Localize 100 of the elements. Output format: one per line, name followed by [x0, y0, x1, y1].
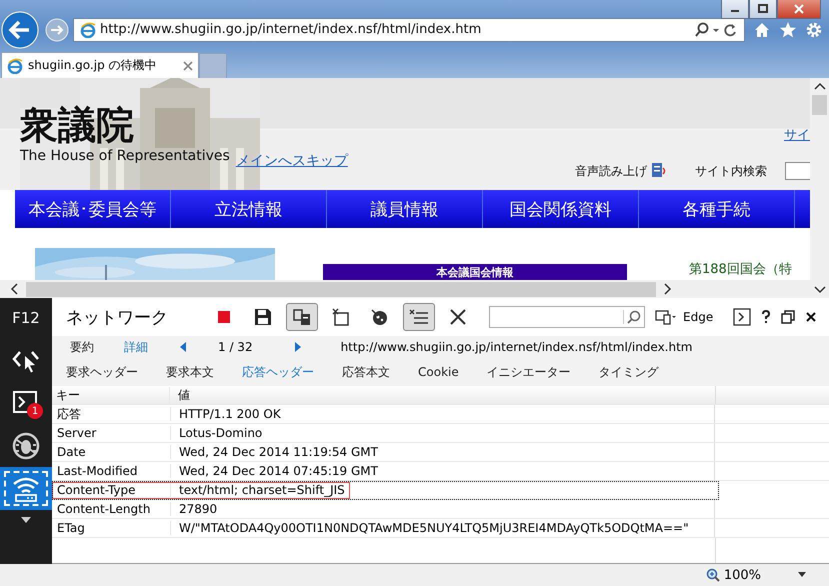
error-count-badge: 1 [27, 403, 43, 419]
column-header[interactable]: キー [52, 386, 169, 404]
nav-menu-item[interactable]: 各種手続 [639, 190, 795, 228]
table-row[interactable]: Last-Modified Wed, 24 Dec 2014 07:45:19 GMT [52, 462, 829, 481]
table-row[interactable]: Content-Length 27890 [52, 500, 829, 519]
maximize-icon [758, 4, 768, 14]
nav-menu-item[interactable]: 国会関係資料 [483, 190, 639, 228]
detail-tab[interactable]: タイミング [598, 364, 659, 380]
site-link[interactable]: サイ [784, 126, 810, 144]
column-header[interactable]: 値 [169, 386, 715, 404]
zoom-icon[interactable] [706, 568, 720, 582]
table-row[interactable]: ETag W/"MTAtODA4Qy00OTI1N0NDQTAwMDE5NUY4LTQ5MjU3REI4MDAyQTk5ODQtMA==" [52, 519, 829, 538]
horizontal-scrollbar[interactable] [0, 280, 810, 298]
console-icon [12, 390, 40, 416]
close-button[interactable] [777, 0, 821, 19]
detail-tab[interactable]: イニシエーター [486, 364, 571, 380]
console-toggle-icon[interactable] [733, 308, 752, 326]
table-cell: W/"MTAtODA4Qy00OTI1N0NDQTAwMDE5NUY4LTQ5MjU3REI4MDAyQTk5ODQtMA==" [170, 521, 689, 535]
clear-cache-toggle[interactable] [286, 303, 318, 331]
scroll-right-icon[interactable] [662, 283, 672, 295]
close-tab-icon[interactable] [183, 60, 193, 70]
search-field[interactable] [489, 306, 645, 328]
scroll-left-icon[interactable] [10, 283, 20, 295]
close-icon[interactable] [805, 311, 818, 323]
table-cell-text: Content-Length [56, 502, 152, 516]
stop-icon [217, 310, 231, 324]
skip-link[interactable]: メインへスキップ [236, 152, 348, 170]
site-logo-subtitle: The House of Representatives [20, 148, 230, 164]
clear-entries-toggle[interactable] [403, 303, 435, 331]
next-icon[interactable] [292, 341, 303, 353]
settings-icon[interactable] [805, 20, 823, 38]
table-cell: Wed, 24 Dec 2014 07:45:19 GMT [170, 464, 378, 478]
table-cell-text: ETag [56, 521, 86, 535]
close-icon [794, 4, 804, 14]
bug-icon [11, 430, 41, 460]
vertical-scrollbar[interactable] [810, 78, 829, 298]
help-icon[interactable] [761, 309, 772, 325]
zoom-level[interactable]: 100% [724, 568, 761, 582]
more-tools-caret-icon[interactable] [20, 516, 32, 524]
cookie-icon [370, 308, 390, 326]
clear-list-icon [409, 308, 429, 326]
detail-tab[interactable]: Cookie [418, 365, 459, 379]
table-cell: text/html; charset=Shift_JIS [170, 483, 349, 497]
table-cell-text: Server [56, 426, 98, 440]
maximize-button[interactable] [749, 0, 777, 19]
scroll-down-icon[interactable] [814, 284, 826, 294]
devtools-label: F12 [12, 308, 40, 329]
detail-tab[interactable]: 要求ヘッダー [66, 364, 138, 380]
address-bar[interactable]: http://www.shugiin.go.jp/internet/index.nsf/html/index.htm [73, 18, 745, 42]
back-button[interactable] [1, 10, 39, 48]
star-icon[interactable] [779, 20, 797, 38]
table-cell-text: 応答 [56, 406, 82, 422]
view-tab[interactable]: 要約 [70, 338, 94, 356]
nav-menu-item[interactable]: 議員情報 [327, 190, 483, 228]
emulation-icon[interactable] [655, 309, 677, 325]
table-cell-text: Date [56, 445, 87, 459]
table-cell: Lotus-Domino [170, 426, 262, 440]
request-counter: 1 / 32 [218, 340, 253, 354]
news-heading-bar: 本会議国会情報 [323, 264, 627, 280]
site-search-label: サイト内検索 [695, 162, 767, 180]
panel-title: ネットワーク [66, 306, 169, 328]
nav-menu-item[interactable]: 立法情報 [171, 190, 327, 228]
tool-tab[interactable]: 1 [0, 381, 52, 424]
cross-icon [449, 308, 467, 326]
view-tab[interactable]: 詳細 [124, 338, 148, 356]
scroll-up-icon[interactable] [814, 82, 826, 92]
table-cell: HTTP/1.1 200 OK [170, 407, 281, 421]
table-row[interactable]: 応答 HTTP/1.1 200 OK [52, 405, 829, 424]
table-cell-text: Content-Type [56, 483, 137, 497]
document-mode-label[interactable]: Edge [683, 310, 714, 324]
scroll-thumb[interactable] [26, 282, 656, 296]
refresh-icon[interactable] [722, 22, 738, 38]
site-logo-title: 衆議院 [20, 102, 135, 148]
table-cell: 27890 [170, 502, 218, 516]
browser-logo-icon [80, 22, 96, 38]
session-link[interactable]: 第188回国会（特 [689, 260, 792, 278]
voice-read-label[interactable]: 音声読み上げ [575, 162, 647, 180]
minimize-button[interactable] [721, 0, 749, 19]
search-icon[interactable] [694, 22, 710, 38]
table-row[interactable]: Content-Type text/html; charset=Shift_JIS [52, 481, 719, 500]
pages-icon [293, 308, 311, 326]
detail-tab[interactable]: 応答本文 [342, 364, 390, 380]
request-url: http://www.shugiin.go.jp/internet/index.nsf/html/index.htm [340, 340, 692, 354]
nav-menu-item[interactable]: 本会議･委員会等 [15, 190, 171, 228]
clear-window-icon [332, 308, 350, 326]
forward-button[interactable] [45, 18, 69, 42]
table-row[interactable]: Date Wed, 24 Dec 2014 11:19:54 GMT [52, 443, 829, 462]
previous-icon[interactable] [178, 341, 188, 353]
detail-tab[interactable]: 応答ヘッダー [242, 364, 314, 380]
detail-tab[interactable]: 要求本文 [166, 364, 214, 380]
save-icon [254, 308, 272, 326]
table-cell-text: Last-Modified [56, 464, 139, 478]
browser-tab[interactable]: shugiin.go.jp の待機中 [1, 52, 199, 78]
browser-logo-icon [7, 58, 23, 74]
scroll-thumb[interactable] [812, 95, 827, 115]
search-field[interactable] [785, 162, 810, 180]
undock-icon[interactable] [781, 310, 796, 324]
table-row[interactable]: Server Lotus-Domino [52, 424, 829, 443]
zoom-caret-icon[interactable] [797, 571, 807, 579]
speaker-icon[interactable] [651, 162, 667, 180]
